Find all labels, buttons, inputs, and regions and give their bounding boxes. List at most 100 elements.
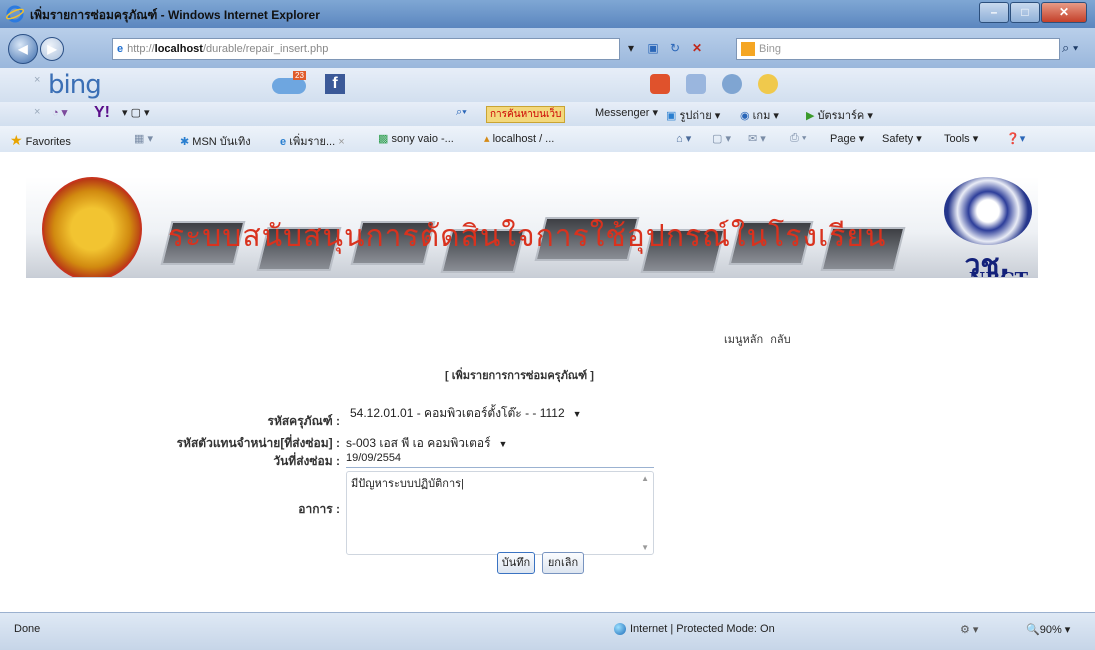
nrct-logo-english: NRCT bbox=[969, 269, 1028, 277]
form-title: [ เพิ่มรายการการซ่อมครุภัณฑ์ ] bbox=[445, 370, 594, 382]
tab-close-icon[interactable]: × bbox=[338, 136, 344, 148]
vendor-code-select[interactable]: s-003 เอส พี เอ คอมพิวเตอร์ ▼ bbox=[346, 434, 507, 453]
home-icon[interactable]: ⌂ ▾ bbox=[676, 132, 691, 145]
photos-menu[interactable]: ▣ รูปถ่าย ▾ bbox=[666, 106, 720, 124]
close-button[interactable]: ✕ bbox=[1041, 2, 1087, 23]
save-button[interactable]: บันทึก bbox=[497, 552, 535, 574]
page-menu[interactable]: Page ▾ bbox=[830, 132, 864, 145]
dropdown-icon[interactable]: ▾ bbox=[620, 38, 642, 58]
repair-date-label: วันที่ส่งซ่อม : bbox=[273, 454, 340, 468]
stop-icon[interactable]: ✕ bbox=[686, 38, 708, 58]
address-tools: ▾ ▣ ↻ ✕ bbox=[620, 38, 708, 58]
window-title: เพิ่มรายการซ่อมครุภัณฑ์ - Windows Intern… bbox=[30, 8, 320, 22]
security-zone[interactable]: Internet | Protected Mode: On bbox=[614, 623, 775, 636]
sparkle-icon[interactable] bbox=[758, 74, 778, 94]
toolbar-options-icon[interactable]: ▾ ▢ ▾ bbox=[122, 106, 150, 119]
cancel-button[interactable]: ยกเลิก bbox=[542, 552, 584, 574]
address-prefix: http:// bbox=[127, 43, 155, 55]
quick-tabs-icon[interactable]: ▦ ▾ bbox=[134, 132, 153, 145]
tab-msn-label: MSN บันเทิง bbox=[192, 136, 251, 148]
main-menu-link[interactable]: เมนูหลัก bbox=[724, 334, 763, 346]
yahoo-icon[interactable]: Y! bbox=[94, 104, 110, 122]
menu-links: เมนูหลัก กลับ bbox=[724, 330, 795, 348]
ie-logo-icon bbox=[6, 5, 24, 23]
nrct-seal-logo bbox=[944, 177, 1032, 245]
chart-icon[interactable] bbox=[686, 74, 706, 94]
repair-date-value: 19/09/2554 bbox=[346, 452, 402, 464]
symptom-textarea[interactable]: มีปัญหาระบบปฏิบัติการ| ▲ ▼ bbox=[346, 471, 654, 555]
asset-code-value: 54.12.01.01 - คอมพิวเตอร์ตั้งโต๊ะ - - 11… bbox=[350, 406, 565, 420]
msn-icon[interactable]: ◔ ▾ bbox=[52, 106, 67, 119]
zoom-level: 90% bbox=[1039, 624, 1062, 636]
system-title: ระบบสนับสนุนการตัดสินใจการใช้อุปกรณ์ในโร… bbox=[168, 220, 887, 253]
games-icon[interactable] bbox=[722, 74, 742, 94]
bing-logo[interactable]: bing bbox=[48, 70, 102, 100]
search-icon[interactable]: ⌕ ▾ bbox=[1062, 38, 1092, 58]
asset-code-select[interactable]: 54.12.01.01 - คอมพิวเตอร์ตั้งโต๊ะ - - 11… bbox=[350, 404, 582, 423]
vendor-code-value: s-003 เอส พี เอ คอมพิวเตอร์ bbox=[346, 436, 491, 450]
address-host: localhost bbox=[154, 43, 203, 55]
tab-current[interactable]: e เพิ่มราย... × bbox=[280, 132, 345, 150]
search-placeholder: Bing bbox=[759, 43, 782, 55]
forward-button[interactable]: ▶ bbox=[40, 37, 64, 61]
tools-menu[interactable]: Tools ▾ bbox=[944, 132, 978, 145]
tab-localhost[interactable]: ▴ localhost / ... bbox=[484, 132, 554, 145]
facebook-icon[interactable]: f bbox=[325, 74, 345, 94]
search-input[interactable]: Bing bbox=[736, 38, 1060, 60]
maximize-button[interactable]: □ bbox=[1010, 2, 1040, 23]
minimize-button[interactable]: – bbox=[979, 2, 1009, 23]
page-ie-icon: e bbox=[117, 43, 124, 55]
page-menu-label: Page bbox=[830, 133, 856, 145]
cards-menu[interactable]: ▶ บัตรมาร์ค ▾ bbox=[806, 106, 873, 124]
help-icon[interactable]: ❓▾ bbox=[1006, 132, 1025, 145]
repair-date-field[interactable]: 19/09/2554 bbox=[346, 452, 654, 468]
safety-menu-label: Safety bbox=[882, 133, 914, 145]
toolbar-right-icons bbox=[650, 74, 778, 94]
star-icon: ★ bbox=[10, 132, 23, 148]
web-search-button[interactable]: การค้นหาบนเว็บ bbox=[486, 106, 566, 123]
symptom-value: มีปัญหาระบบปฏิบัติการ| bbox=[351, 478, 464, 490]
games-label: เกม bbox=[752, 110, 771, 122]
mail-icon[interactable]: ✉ ▾ bbox=[748, 132, 766, 145]
tools-menu-label: Tools bbox=[944, 133, 970, 145]
refresh-icon[interactable]: ↻ bbox=[664, 38, 686, 58]
games-menu[interactable]: ◉ เกม ▾ bbox=[740, 106, 779, 124]
banner: วช. NRCT ระบบสนับสนุนการตัดสินใจการใช้อุ… bbox=[26, 177, 1038, 278]
search-toolbar: × ◔ ▾ Y! ▾ ▢ ▾ ⌕▾ การค้นหาบนเว็บ Messeng… bbox=[0, 102, 1095, 127]
status-text: Done bbox=[14, 623, 41, 635]
tab-sony-label: sony vaio -... bbox=[391, 133, 454, 145]
photos-label: รูปถ่าย bbox=[679, 110, 712, 122]
scroll-up-icon[interactable]: ▲ bbox=[641, 474, 649, 483]
compat-view-icon[interactable]: ▣ bbox=[642, 38, 664, 58]
address-path: /durable/repair_insert.php bbox=[202, 43, 329, 55]
school-seal-logo bbox=[42, 177, 142, 277]
favorites-button[interactable]: ★ Favorites bbox=[10, 132, 71, 149]
chevron-down-icon: ▼ bbox=[572, 409, 582, 419]
tab-msn[interactable]: ✱ MSN บันเทิง bbox=[180, 132, 251, 150]
close-toolbar2-icon[interactable]: × bbox=[34, 106, 40, 118]
vendor-code-label: รหัสตัวแทนจำหน่าย[ที่ส่งซ่อม] : bbox=[176, 436, 340, 450]
security-zone-label: Internet | Protected Mode: On bbox=[630, 623, 775, 635]
back-link[interactable]: กลับ bbox=[770, 334, 790, 346]
tab-localhost-label: localhost / ... bbox=[492, 133, 555, 145]
safety-menu[interactable]: Safety ▾ bbox=[882, 132, 922, 145]
asset-code-label: รหัสครุภัณฑ์ : bbox=[267, 414, 341, 428]
symptom-label: อาการ : bbox=[298, 502, 340, 516]
favorites-label: Favorites bbox=[25, 136, 71, 148]
tab-sony[interactable]: ▩ sony vaio -... bbox=[378, 132, 454, 145]
weather-icon[interactable] bbox=[272, 78, 306, 94]
address-row: ◀ ▶ e http://localhost/durable/repair_ins… bbox=[0, 28, 1095, 68]
messenger-menu[interactable]: Messenger ▾ bbox=[595, 106, 658, 119]
back-button[interactable]: ◀ bbox=[8, 34, 38, 64]
zoom-control[interactable]: 🔍90% ▾ bbox=[1026, 623, 1070, 636]
status-tools-icon[interactable]: ⚙ ▾ bbox=[960, 623, 978, 636]
print-icon[interactable]: ⎙ ▾ bbox=[790, 132, 806, 145]
scroll-down-icon[interactable]: ▼ bbox=[641, 543, 649, 552]
close-toolbar-icon[interactable]: × bbox=[34, 74, 40, 86]
tab-current-label: เพิ่มราย... bbox=[289, 136, 336, 148]
office-icon[interactable] bbox=[650, 74, 670, 94]
address-bar[interactable]: e http://localhost/durable/repair_insert.… bbox=[112, 38, 620, 60]
favorites-bar: ★ Favorites ▦ ▾ ✱ MSN บันเทิง e เพิ่มราย… bbox=[0, 126, 1095, 153]
feeds-icon[interactable]: ▢ ▾ bbox=[712, 132, 731, 145]
bing-toolbar: × bing 23 f bbox=[0, 68, 1095, 103]
